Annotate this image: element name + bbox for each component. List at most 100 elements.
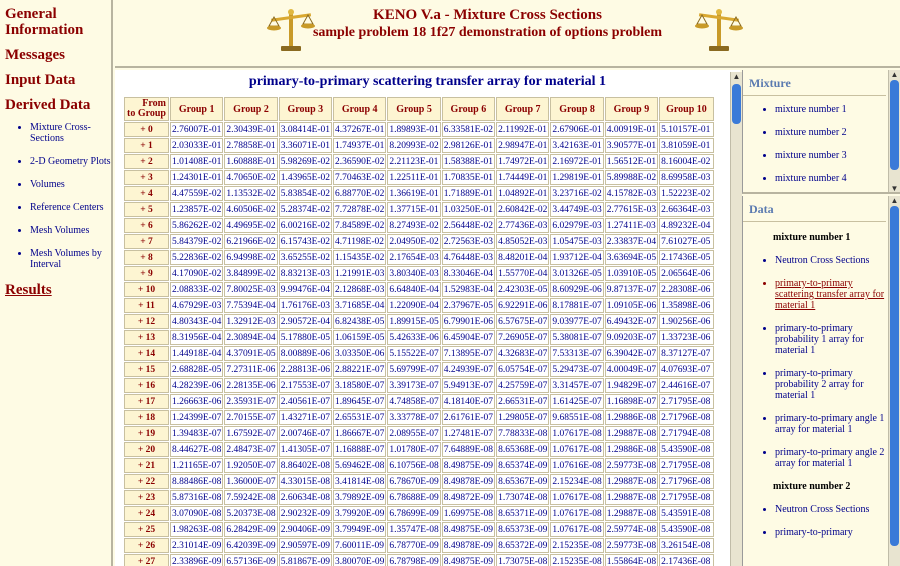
nav-item-label: Volumes [30,179,65,190]
table-cell: 8.37127E-07 [659,346,714,361]
table-cell: 2.71795E-08 [659,458,714,473]
table-cell: 6.88770E-02 [333,186,387,201]
nav-general-information[interactable]: General Information [5,6,111,38]
table-cell: 5.83854E-02 [278,186,333,201]
nav-item-2d-geometry-plots[interactable]: 2-D Geometry Plots [30,156,111,167]
table-cell: 7.13895E-07 [441,346,496,361]
mixture-list-item[interactable]: mixture number 1 [775,104,886,115]
table-cell: 4.37091E-05 [224,346,278,361]
column-header-group: Group 6 [441,97,496,121]
table-row: + 3 1.24301E-01 4.70650E-02 1.43965E-02 7.70… [124,170,714,185]
data-section-heading: mixture number 1 [773,232,851,243]
table-cell: 1.04892E-01 [496,186,550,201]
data-link[interactable]: primary-to-primary angle 2 array for mat… [775,447,886,469]
table-cell: 2.30894E-04 [224,330,278,345]
table-cell: 8.65373E-09 [496,522,550,537]
table-cell: 1.98263E-08 [170,522,224,537]
table-cell: 1.36619E-01 [387,186,441,201]
nav-messages[interactable]: Messages [5,47,111,63]
table-cell: 2.28308E-06 [659,282,714,297]
scroll-thumb[interactable] [890,206,899,546]
data-link[interactable]: primary-to-primary angle 1 array for mat… [775,413,886,435]
table-cell: 4.74858E-07 [387,394,441,409]
table-cell: 1.74449E-01 [496,170,550,185]
table-cell: 4.70650E-02 [224,170,278,185]
nav-item-mixture-cross-sections[interactable]: Mixture Cross-Sections [30,122,111,144]
scroll-thumb[interactable] [732,84,741,124]
data-link[interactable]: Neutron Cross Sections [775,255,886,266]
column-header-group: Group 1 [170,97,224,121]
main-scrollbar[interactable]: ▲ [730,72,742,566]
table-cell: 8.49875E-09 [441,554,496,566]
table-cell: 2.70155E-07 [224,410,278,425]
table-cell: 2.17654E-03 [387,250,441,265]
table-cell: 5.10157E-01 [659,122,714,137]
table-cell: 1.16898E-07 [604,394,659,409]
nav-results[interactable]: Results [5,282,111,298]
table-cell: 6.00216E-02 [278,218,333,233]
table-cell: 5.84379E-02 [170,234,224,249]
table-cell: 2.36590E-02 [333,154,387,169]
table-cell: 6.78688E-09 [387,490,441,505]
derived-data-list: Mixture Cross-Sections 2-D Geometry Plot… [5,122,111,270]
table-cell: 1.36000E-07 [224,474,278,489]
table-cell: 1.52223E-02 [659,186,714,201]
table-row: + 26 2.31014E-09 6.42039E-09 2.90597E-09 7.6… [124,538,714,553]
table-cell: 2.90572E-04 [278,314,333,329]
table-row: + 8 5.22836E-02 6.94998E-02 3.65255E-02 1.15… [124,250,714,265]
table-cell: 2.71795E-08 [659,490,714,505]
data-link[interactable]: primary-to-primary [775,527,886,538]
scroll-up-arrow-icon[interactable]: ▲ [889,196,900,206]
row-group-label: + 16 [124,378,169,393]
table-cell: 5.98269E-02 [278,154,333,169]
table-cell: 2.33837E-04 [604,234,659,249]
mixture-scrollbar[interactable]: ▲ ▼ [888,70,900,192]
scroll-down-arrow-icon[interactable]: ▼ [889,184,900,192]
table-cell: 2.16972E-01 [550,154,604,169]
data-scrollbar[interactable]: ▲ [888,196,900,566]
table-cell: 1.07617E-08 [550,490,604,505]
mixture-list-item[interactable]: mixture number 2 [775,127,886,138]
column-header-from-group: From to Group [124,97,169,121]
mixture-list-item[interactable]: mixture number 3 [775,150,886,161]
table-cell: 2.98126E-01 [441,138,496,153]
mixture-list-item[interactable]: mixture number 4 [775,173,886,184]
scroll-up-arrow-icon[interactable]: ▲ [889,70,900,80]
data-link-active[interactable]: primary-to-primary scattering transfer a… [775,278,886,311]
table-cell: 4.85052E-03 [496,234,550,249]
nav-item-reference-centers[interactable]: Reference Centers [30,202,111,213]
page-title: KENO V.a - Mixture Cross Sections [373,7,602,23]
table-cell: 2.71795E-08 [659,394,714,409]
table-cell: 3.31457E-07 [550,378,604,393]
table-cell: 2.88221E-07 [333,362,387,377]
table-cell: 3.81059E-01 [659,138,714,153]
table-cell: 3.08414E-01 [278,122,333,137]
data-link[interactable]: primary-to-primary probability 2 array f… [775,368,886,401]
table-cell: 5.69799E-07 [387,362,441,377]
table-cell: 1.33723E-06 [659,330,714,345]
table-cell: 3.71685E-04 [333,298,387,313]
table-cell: 6.64840E-04 [387,282,441,297]
data-link[interactable]: primary-to-primary probability 1 array f… [775,323,886,356]
table-cell: 6.15743E-02 [278,234,333,249]
table-cell: 1.69975E-08 [441,506,496,521]
scroll-up-arrow-icon[interactable]: ▲ [731,72,742,82]
row-group-label: + 20 [124,442,169,457]
table-cell: 7.26905E-07 [496,330,550,345]
table-cell: 2.65531E-07 [333,410,387,425]
table-cell: 2.71794E-08 [659,426,714,441]
nav-input-data[interactable]: Input Data [5,72,111,88]
nav-item-mesh-volumes[interactable]: Mesh Volumes [30,225,111,236]
nav-derived-data[interactable]: Derived Data [5,97,111,113]
table-cell: 4.32683E-07 [496,346,550,361]
scroll-thumb[interactable] [890,80,899,170]
table-cell: 1.29805E-07 [496,410,550,425]
table-cell: 1.29887E-08 [604,490,659,505]
table-cell: 2.30439E-01 [224,122,278,137]
table-cell: 2.35931E-07 [224,394,278,409]
data-link[interactable]: Neutron Cross Sections [775,504,886,515]
nav-item-mesh-volumes-by-interval[interactable]: Mesh Volumes by Interval [30,248,111,270]
nav-item-volumes[interactable]: Volumes [30,179,111,190]
table-cell: 6.78770E-09 [387,538,441,553]
row-group-label: + 14 [124,346,169,361]
